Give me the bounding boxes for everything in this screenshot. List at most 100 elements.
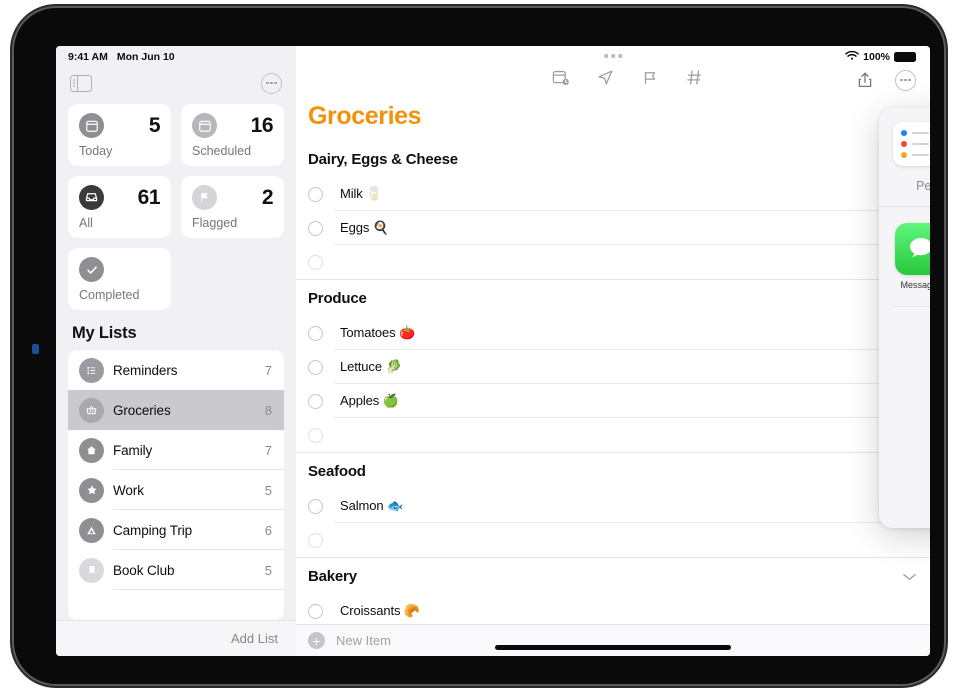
sidebar-item-label: Camping Trip — [113, 522, 193, 538]
page-title: Groceries — [308, 102, 422, 130]
location-arrow-icon[interactable] — [596, 68, 615, 92]
smart-card-scheduled[interactable]: 16 Scheduled — [181, 104, 284, 166]
sidebar-item-count: 7 — [264, 442, 272, 458]
item-label: Milk 🥛 — [340, 186, 383, 201]
calendar-clock-icon[interactable] — [551, 68, 570, 92]
sidebar-item-work[interactable]: Work 5 — [68, 470, 284, 510]
my-lists-container: Reminders 7 Groceries 8 Family 7 Work 5 … — [68, 350, 284, 620]
smart-card-count: 16 — [250, 113, 274, 137]
item-checkbox[interactable] — [308, 220, 323, 236]
popover-divider — [893, 306, 930, 307]
sidebar-item-groceries[interactable]: Groceries 8 — [68, 390, 284, 430]
section-header: Seafood — [296, 453, 930, 489]
section-title: Produce — [308, 290, 367, 307]
smart-card-label: Flagged — [192, 216, 238, 230]
smart-card-label: Completed — [79, 288, 140, 302]
list-item[interactable]: Croissants 🥐 — [296, 594, 930, 624]
popover-option-rows — [879, 306, 930, 307]
sidebar-toggle-icon[interactable] — [70, 74, 92, 92]
window-controls-icon[interactable] — [604, 54, 622, 58]
share-app-label: Messages — [900, 280, 930, 290]
my-lists-heading: My Lists — [72, 324, 137, 342]
item-label: Lettuce 🥬 — [340, 359, 402, 374]
item-checkbox[interactable] — [308, 498, 323, 514]
plus-circle-icon[interactable]: + — [308, 632, 325, 649]
list-item[interactable]: Milk 🥛 — [296, 177, 930, 211]
sidebar-item-count: 8 — [264, 402, 272, 418]
item-checkbox[interactable] — [308, 532, 323, 548]
item-checkbox[interactable] — [308, 603, 323, 619]
share-app-messages[interactable]: Messages — [895, 223, 930, 290]
item-checkbox[interactable] — [308, 359, 323, 375]
sidebar-item-count: 7 — [264, 362, 272, 378]
item-checkbox[interactable] — [308, 186, 323, 202]
list-item[interactable]: Lettuce 🥬 — [296, 350, 930, 384]
section-title: Seafood — [308, 463, 366, 480]
smart-card-count: 5 — [148, 113, 161, 137]
permission-label: People you invite can add others. — [916, 179, 930, 193]
smart-card-completed[interactable]: Completed — [68, 248, 171, 310]
sidebar-item-count: 6 — [264, 522, 272, 538]
new-item-placeholder-row[interactable] — [296, 418, 930, 452]
smart-card-label: Today — [79, 144, 113, 158]
smart-card-count: 2 — [261, 185, 274, 209]
sidebar-item-reminders[interactable]: Reminders 7 — [68, 350, 284, 390]
bookmark-icon — [79, 557, 104, 583]
smart-card-label: All — [79, 216, 93, 230]
item-checkbox[interactable] — [308, 254, 323, 270]
popover-header: Groceries Collaboration — [879, 108, 930, 166]
sidebar-item-family[interactable]: Family 7 — [68, 430, 284, 470]
toolbar-right-actions — [853, 67, 916, 93]
share-apps-row[interactable]: Messages Mail — [879, 207, 930, 290]
messages-app-icon — [895, 223, 930, 275]
reminders-app-icon — [893, 122, 930, 166]
main-more-icon[interactable] — [895, 69, 916, 91]
new-item-placeholder-row[interactable] — [296, 523, 930, 557]
sidebar-item-count: 5 — [264, 562, 272, 578]
checkmark-circle-icon — [79, 257, 104, 282]
item-checkbox[interactable] — [308, 427, 323, 443]
sidebar-item-label: Reminders — [113, 362, 178, 378]
list-item[interactable]: Salmon 🐟 — [296, 489, 930, 523]
smart-card-flagged[interactable]: 2 Flagged — [181, 176, 284, 238]
share-icon[interactable] — [853, 67, 877, 93]
today-calendar-icon — [79, 113, 104, 138]
sidebar-item-book-club[interactable]: Book Club 5 — [68, 550, 284, 590]
item-checkbox[interactable] — [308, 325, 323, 341]
smart-card-today[interactable]: 5 Today — [68, 104, 171, 166]
item-label: Croissants 🥐 — [340, 603, 421, 618]
list-item[interactable]: Tomatoes 🍅 — [296, 316, 930, 350]
item-label: Salmon 🐟 — [340, 498, 404, 513]
main-content: Groceries Dairy, Eggs & Cheese Milk 🥛 Eg… — [296, 46, 930, 656]
sidebar-more-icon[interactable] — [261, 72, 282, 94]
smart-card-all[interactable]: 61 All — [68, 176, 171, 238]
new-item-bar[interactable]: + New Item — [296, 624, 930, 656]
basket-icon — [79, 397, 104, 423]
device-frame: 5 Today 16 Scheduled 61 All 2 Flagged Co… — [14, 8, 944, 684]
ipad-screen: 5 Today 16 Scheduled 61 All 2 Flagged Co… — [56, 46, 930, 656]
chevron-down-icon[interactable] — [903, 569, 916, 584]
smart-card-count: 61 — [137, 185, 161, 209]
sidebar: 5 Today 16 Scheduled 61 All 2 Flagged Co… — [56, 46, 296, 656]
item-label: Eggs 🍳 — [340, 220, 389, 235]
items-scroll-area[interactable]: Dairy, Eggs & Cheese Milk 🥛 Eggs 🍳 Produ… — [296, 141, 930, 624]
section-header: Produce — [296, 280, 930, 316]
scheduled-calendar-icon — [192, 113, 217, 138]
list-item[interactable]: Eggs 🍳 — [296, 211, 930, 245]
list-item[interactable]: Apples 🍏 — [296, 384, 930, 418]
sidebar-item-label: Work — [113, 482, 144, 498]
section-header: Bakery — [296, 558, 930, 594]
add-list-button[interactable]: Add List — [56, 620, 296, 656]
sidebar-item-count: 5 — [264, 482, 272, 498]
sidebar-toolbar — [56, 46, 296, 98]
flag-icon[interactable] — [641, 69, 659, 92]
permission-row[interactable]: People you invite can add others. — [879, 166, 930, 207]
sidebar-item-camping-trip[interactable]: Camping Trip 6 — [68, 510, 284, 550]
home-indicator — [495, 645, 731, 650]
bulleted-list-icon — [79, 357, 104, 383]
new-item-placeholder-row[interactable] — [296, 245, 930, 279]
item-checkbox[interactable] — [308, 393, 323, 409]
hashtag-icon[interactable] — [685, 68, 704, 92]
smart-card-label: Scheduled — [192, 144, 252, 158]
bezel-indicator — [32, 344, 39, 354]
